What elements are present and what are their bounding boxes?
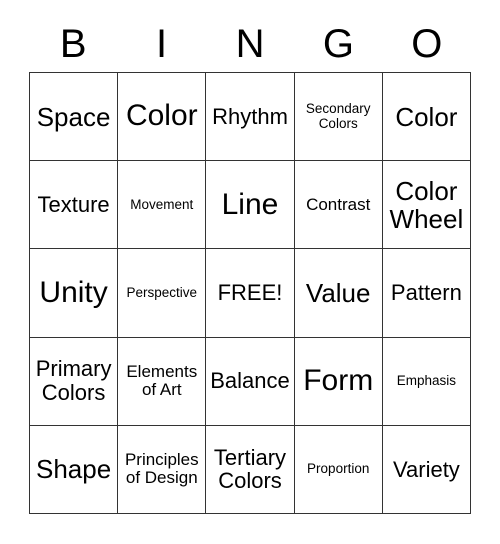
header-letter-o: O [411, 22, 443, 66]
bingo-cell-r2c3[interactable]: Line [206, 161, 295, 250]
header-letter-b: B [59, 22, 87, 66]
bingo-cell-r5c1[interactable]: Shape [30, 425, 119, 514]
header-letter-i: I [156, 22, 168, 66]
bingo-cell-label: FREE! [217, 280, 283, 306]
bingo-cell-label: Color [395, 101, 458, 132]
bingo-cell-label: Principles of Design [124, 450, 199, 488]
bingo-cell-r3c1[interactable]: Unity [30, 249, 119, 338]
bingo-cell-r3c4[interactable]: Value [294, 249, 383, 338]
bingo-cell-label: Rhythm [212, 103, 288, 129]
bingo-cell-label: Balance [210, 368, 290, 394]
bingo-cell-r4c4[interactable]: Form [294, 337, 383, 426]
bingo-cell-r4c3[interactable]: Balance [206, 337, 295, 426]
bingo-cell-label: Secondary Colors [305, 101, 371, 131]
bingo-cell-label: Value [305, 277, 371, 308]
bingo-cell-label: Color [125, 99, 198, 133]
bingo-cell-label: Line [221, 187, 279, 221]
bingo-cell-label: Shape [36, 454, 112, 485]
bingo-cell-r2c4[interactable]: Contrast [294, 161, 383, 250]
bingo-cell-label: Form [303, 364, 374, 397]
bingo-cell-label: Proportion [307, 461, 370, 477]
bingo-cell-r5c2[interactable]: Principles of Design [118, 425, 207, 514]
bingo-cell-label: Variety [392, 456, 460, 482]
bingo-cell-label: Perspective [126, 284, 198, 300]
bingo-cell-label: Elements of Art [126, 361, 198, 400]
bingo-cell-r2c1[interactable]: Texture [30, 161, 119, 250]
bingo-header: B I N G O [29, 18, 471, 70]
bingo-cell-r2c5[interactable]: Color Wheel [382, 161, 471, 250]
bingo-cell-r3c2[interactable]: Perspective [118, 249, 207, 338]
bingo-cell-label: Primary Colors [35, 356, 112, 406]
bingo-cell-r4c1[interactable]: Primary Colors [30, 337, 119, 426]
bingo-cell-label: Tertiary Colors [213, 444, 287, 494]
bingo-cell-r1c5[interactable]: Color [382, 73, 471, 162]
bingo-cell-r5c4[interactable]: Proportion [294, 425, 383, 514]
bingo-cell-r2c2[interactable]: Movement [118, 161, 207, 250]
bingo-grid: Space Color Rhythm Secondary Colors Colo… [29, 72, 471, 514]
bingo-cell-label: Contrast [306, 194, 371, 214]
bingo-cell-label: Unity [39, 275, 108, 309]
bingo-cell-r4c5[interactable]: Emphasis [382, 337, 471, 426]
bingo-cell-label: Movement [130, 196, 194, 212]
bingo-card: B I N G O Space Color Rhythm Secondary C… [0, 0, 500, 544]
bingo-cell-r4c2[interactable]: Elements of Art [118, 337, 207, 426]
bingo-cell-free-space[interactable]: FREE! [206, 249, 295, 338]
bingo-cell-label: Emphasis [396, 372, 457, 388]
bingo-cell-label: Texture [37, 191, 110, 217]
bingo-cell-label: Space [36, 101, 111, 132]
bingo-cell-r3c5[interactable]: Pattern [382, 249, 471, 338]
bingo-cell-label: Color Wheel [389, 175, 464, 234]
header-letter-g: G [322, 22, 354, 66]
bingo-cell-r1c4[interactable]: Secondary Colors [294, 73, 383, 162]
bingo-cell-r5c3[interactable]: Tertiary Colors [206, 425, 295, 514]
bingo-cell-label: Pattern [390, 280, 462, 306]
bingo-cell-r1c2[interactable]: Color [118, 73, 207, 162]
bingo-cell-r5c5[interactable]: Variety [382, 425, 471, 514]
bingo-cell-r1c1[interactable]: Space [30, 73, 119, 162]
header-letter-n: N [235, 22, 265, 66]
bingo-cell-r1c3[interactable]: Rhythm [206, 73, 295, 162]
